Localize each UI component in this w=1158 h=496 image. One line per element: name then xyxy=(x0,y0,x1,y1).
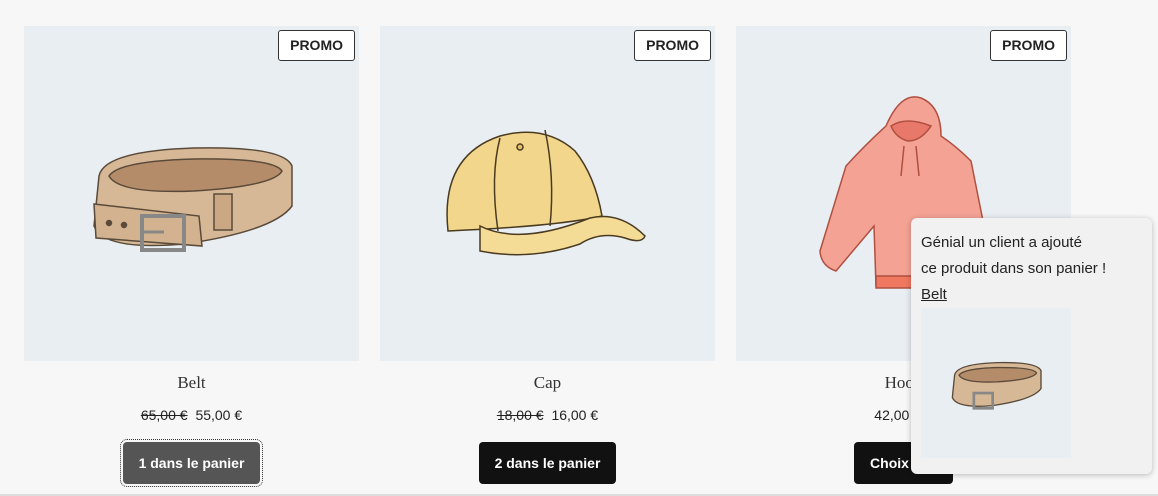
belt-image xyxy=(93,147,293,252)
cart-notification-toast[interactable]: Génial un client a ajouté ce produit dan… xyxy=(911,218,1152,474)
belt-image xyxy=(951,361,1042,410)
product-thumbnail[interactable]: PROMO xyxy=(380,26,715,361)
toast-message-line1: Génial un client a ajouté xyxy=(921,234,1082,251)
toast-product-link[interactable]: Belt xyxy=(921,286,947,303)
product-price: 18,00 € 16,00 € xyxy=(380,407,715,425)
product-thumbnail[interactable]: PROMO xyxy=(24,26,359,361)
sale-price: 16,00 € xyxy=(551,407,599,423)
product-card-cap: PROMO Cap 18,00 € 16,00 € 2 dans le pani… xyxy=(380,26,715,484)
add-to-cart-button[interactable]: 1 dans le panier xyxy=(119,439,264,487)
toast-message-line2: ce produit dans son panier ! xyxy=(921,260,1107,277)
old-price: 65,00 € xyxy=(140,407,188,423)
product-price: 65,00 € 55,00 € xyxy=(24,407,359,425)
sale-price: 55,00 € xyxy=(195,407,243,423)
product-card-belt: PROMO Belt 65,00 € 55,00 € 1 dans le pan… xyxy=(24,26,359,487)
add-to-cart-button[interactable]: 2 dans le panier xyxy=(478,442,617,484)
product-title[interactable]: Belt xyxy=(24,373,359,393)
toast-product-thumbnail[interactable] xyxy=(921,308,1071,458)
cap-image xyxy=(446,129,646,256)
old-price: 18,00 € xyxy=(496,407,544,423)
product-title[interactable]: Cap xyxy=(380,373,715,393)
